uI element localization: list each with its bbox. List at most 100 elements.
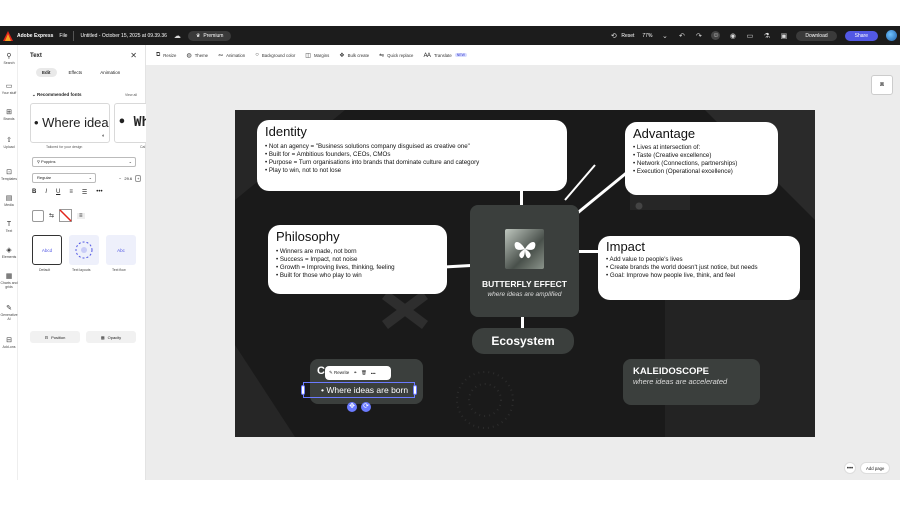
rail-your-stuff[interactable]: ▭ Your stuff <box>0 83 18 95</box>
quick-replace-button[interactable]: ⇋ Quick replace <box>379 52 413 59</box>
rewrite-button[interactable]: ✎ Rewrite <box>329 370 349 376</box>
rail-templates[interactable]: ⊡ Templates <box>0 169 18 181</box>
present-icon[interactable]: ▣ <box>779 31 788 40</box>
rail-elements[interactable]: ◈ Elements <box>0 247 18 259</box>
chevron-down-icon[interactable]: ⌄ <box>660 31 669 40</box>
list-item: Built for = Ambitious founders, CEOs, CM… <box>265 151 559 159</box>
identity-card[interactable]: Identity Not an agency = "Business solut… <box>257 120 567 191</box>
highlight-icon[interactable]: ≡ <box>77 212 85 219</box>
style-text-flow[interactable]: Abc <box>106 235 136 265</box>
download-button[interactable]: Download <box>796 30 837 41</box>
font-weight-value: Regular <box>37 175 52 180</box>
text-selection-box[interactable]: • Where ideas are born <box>301 382 417 398</box>
animation-button[interactable]: ∾ Animation <box>218 52 245 59</box>
comment-icon[interactable]: ▭ <box>745 31 754 40</box>
font-weight-select[interactable]: Regular ⌄ <box>32 173 96 183</box>
premium-button[interactable]: ♛ Premium <box>187 30 232 41</box>
flask-icon[interactable]: ⚗ <box>762 31 771 40</box>
style-default[interactable]: Abcd <box>32 235 62 265</box>
recommended-fonts-heading[interactable]: ⌄ Recommended fonts <box>32 92 82 98</box>
invite-icon[interactable]: ☺ <box>711 31 721 40</box>
font-family-select[interactable]: ⚲ Poppins ⌄ <box>32 157 136 167</box>
pin-icon[interactable]: ◉ <box>728 31 737 40</box>
bulk-create-button[interactable]: ❖ Bulk create <box>339 52 369 59</box>
font-card-1[interactable]: • Where idea ◐ <box>30 103 110 143</box>
kaleidoscope-card[interactable]: KALEIDOSCOPE where ideas are accelerated <box>623 359 760 405</box>
spacing-icon[interactable]: ⇆ <box>49 212 54 219</box>
font-size-value[interactable]: 29.6 <box>124 176 132 181</box>
rail-upload[interactable]: ⇧ Upload <box>0 137 18 149</box>
more-icon[interactable]: ••• <box>96 189 102 196</box>
bold-icon[interactable]: B <box>32 189 36 196</box>
resize-handle[interactable] <box>301 385 305 395</box>
theme-button[interactable]: ◍ Theme <box>186 52 208 59</box>
advantage-card[interactable]: Advantage Lives at intersection of: Tast… <box>625 122 778 195</box>
tab-animation[interactable]: Animation <box>94 68 126 77</box>
list-item: Add value to people's lives <box>606 256 792 264</box>
rotate-icon[interactable]: ⟳ <box>361 402 371 412</box>
ai-icon: ✎ <box>329 370 333 375</box>
more-icon[interactable]: ••• <box>371 371 376 376</box>
tab-effects[interactable]: Effects <box>63 68 89 77</box>
rail-brands[interactable]: ⊞ Brands <box>0 109 18 121</box>
translate-button[interactable]: Ꜳ Translate NEW <box>423 52 467 59</box>
page-panel-button[interactable]: ⧈ <box>871 75 893 95</box>
design-canvas[interactable]: Identity Not an agency = "Business solut… <box>235 110 815 437</box>
rail-label: Templates <box>1 177 17 181</box>
plus-icon[interactable]: + <box>135 174 142 182</box>
format-row: B I U ≡ ☰ ••• <box>32 189 103 196</box>
impact-card[interactable]: Impact Add value to people's lives Creat… <box>598 236 800 300</box>
list-item: Success = Impact, not noise <box>276 256 439 264</box>
tab-edit[interactable]: Edit <box>36 68 57 77</box>
align-icon[interactable]: ≡ <box>69 189 73 196</box>
rail-search[interactable]: ⚲ Search <box>0 53 18 65</box>
more-options-button[interactable]: ••• <box>844 462 856 474</box>
rail-charts[interactable]: ▦ Charts and grids <box>0 273 18 289</box>
ecosystem-label[interactable]: Ecosystem <box>472 328 574 354</box>
app-name[interactable]: Adobe Express <box>17 33 53 39</box>
rail-text[interactable]: T Text <box>0 221 18 233</box>
resize-button[interactable]: ⧉ Resize <box>156 52 176 59</box>
opacity-button[interactable]: ▩ Opacity <box>86 331 136 343</box>
add-page-button[interactable]: Add page <box>860 462 891 474</box>
background-color-button[interactable]: ○ Background color <box>255 52 295 58</box>
rail-generative-ai[interactable]: ✎ Generative AI <box>0 305 18 321</box>
link-icon[interactable]: ⚭ <box>353 370 357 376</box>
kaleidoscope-title: KALEIDOSCOPE <box>633 366 710 377</box>
file-menu[interactable]: File <box>59 33 67 39</box>
philosophy-card[interactable]: Philosophy Winners are made, not born Su… <box>268 225 447 294</box>
close-icon[interactable]: ✕ <box>130 51 137 60</box>
style-preview: Abcd <box>41 247 53 253</box>
position-button[interactable]: ⊟ Position <box>30 331 80 343</box>
margins-button[interactable]: ◫ Margins <box>305 52 329 59</box>
impact-list: Add value to people's lives Create brand… <box>606 256 792 280</box>
trash-icon[interactable]: 🗑 <box>361 370 367 376</box>
upload-icon: ⇧ <box>6 137 12 144</box>
rail-media[interactable]: ▤ Media <box>0 195 18 207</box>
italic-icon[interactable]: I <box>45 189 47 196</box>
no-fill-icon[interactable] <box>59 209 73 222</box>
adobe-express-logo[interactable] <box>3 30 13 41</box>
avatar[interactable] <box>886 30 897 41</box>
redo-icon[interactable]: ↷ <box>694 31 703 40</box>
minus-icon[interactable]: − <box>119 176 121 181</box>
undo-icon[interactable]: ↶ <box>677 31 686 40</box>
list-icon[interactable]: ☰ <box>82 189 87 196</box>
resize-handle[interactable] <box>413 385 417 395</box>
reset-button[interactable]: ⟲ Reset <box>609 31 635 40</box>
selected-text[interactable]: • Where ideas are born <box>321 385 408 395</box>
share-button[interactable]: Share <box>844 30 878 41</box>
kaleidoscope-subtitle: where ideas are accelerated <box>633 377 728 386</box>
advantage-title: Advantage <box>633 126 696 141</box>
doc-title[interactable]: Untitled - October 15, 2025 at 09.39.36 <box>80 33 166 39</box>
theme-icon: ◍ <box>186 52 192 59</box>
move-icon[interactable]: ✥ <box>347 402 357 412</box>
text-panel: Text ✕ Edit Effects Animation ⌄ Recommen… <box>18 45 154 480</box>
rail-addons[interactable]: ⊟ Add-ons <box>0 337 18 349</box>
rail-label: Elements <box>1 255 17 259</box>
zoom-select[interactable]: 77% <box>642 33 652 39</box>
view-all-link[interactable]: View all <box>125 93 137 97</box>
underline-icon[interactable]: U <box>56 189 60 196</box>
text-color-swatch[interactable] <box>32 209 44 222</box>
style-text-layouts[interactable] <box>69 235 99 265</box>
